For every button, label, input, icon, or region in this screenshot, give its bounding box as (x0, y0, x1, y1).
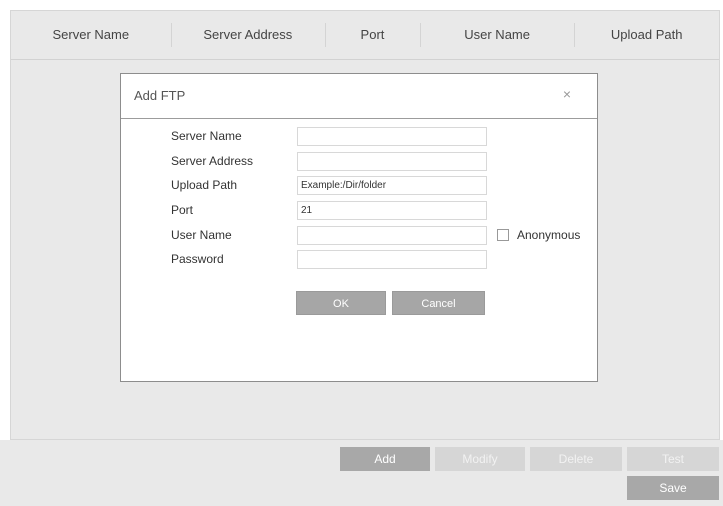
server-address-label: Server Address (171, 154, 254, 168)
anonymous-option[interactable]: Anonymous (497, 228, 580, 242)
column-user-name: User Name (419, 11, 575, 59)
port-label: Port (171, 203, 194, 217)
column-server-address: Server Address (170, 11, 326, 59)
action-bar: Add Modify Delete Test Save (0, 440, 723, 506)
dialog-title: Add FTP (134, 88, 186, 103)
save-button[interactable]: Save (627, 476, 719, 500)
column-upload-path: Upload Path (574, 11, 719, 59)
column-port: Port (325, 11, 420, 59)
upload-path-field[interactable] (297, 175, 487, 195)
user-name-row: User Name Anonymous (171, 225, 580, 245)
server-address-field[interactable] (297, 151, 487, 171)
upload-path-row: Upload Path (171, 175, 487, 195)
user-name-field[interactable] (297, 225, 487, 245)
test-button[interactable]: Test (627, 447, 719, 471)
cancel-button[interactable]: Cancel (392, 291, 485, 315)
column-server-name: Server Name (52, 27, 130, 42)
port-field[interactable] (297, 200, 487, 220)
close-icon[interactable]: × (563, 86, 571, 102)
add-button[interactable]: Add (340, 447, 430, 471)
server-name-field[interactable] (297, 126, 487, 146)
table-header: Server Name Server Address Port User Nam… (11, 11, 719, 60)
user-name-label: User Name (171, 228, 232, 242)
password-row: Password (171, 249, 487, 269)
server-name-row: Server Name (171, 126, 487, 146)
modify-button[interactable]: Modify (435, 447, 525, 471)
add-ftp-dialog: Add FTP × Server Name Server Address Upl… (120, 73, 598, 382)
delete-button[interactable]: Delete (530, 447, 622, 471)
upload-path-label: Upload Path (171, 178, 238, 192)
port-row: Port (171, 200, 487, 220)
anonymous-label: Anonymous (517, 228, 581, 242)
server-address-row: Server Address (171, 151, 487, 171)
dialog-header: Add FTP × (121, 74, 597, 119)
password-label: Password (171, 252, 224, 266)
server-name-label: Server Name (171, 129, 242, 143)
password-field[interactable] (297, 249, 487, 269)
ok-button[interactable]: OK (296, 291, 386, 315)
anonymous-checkbox[interactable] (497, 229, 509, 241)
